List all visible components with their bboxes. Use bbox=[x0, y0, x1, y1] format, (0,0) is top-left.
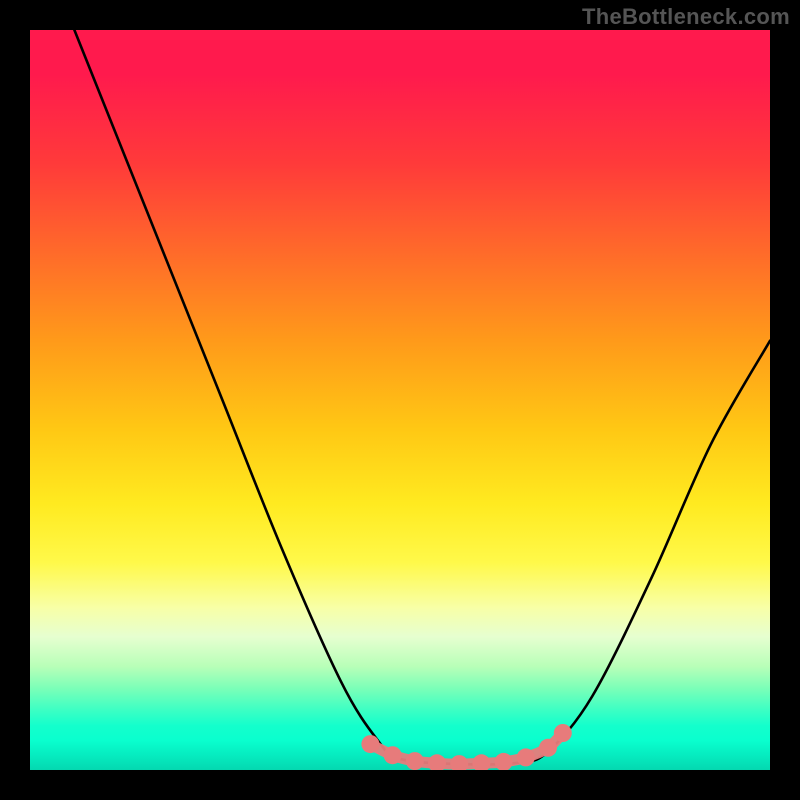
marker-dot bbox=[450, 755, 468, 770]
marker-dot bbox=[517, 748, 535, 766]
flat-region-markers bbox=[361, 724, 571, 770]
marker-dot bbox=[406, 752, 424, 770]
bottleneck-curve bbox=[74, 30, 770, 764]
marker-dot bbox=[472, 754, 490, 770]
curve-layer bbox=[30, 30, 770, 770]
marker-dot bbox=[428, 754, 446, 770]
marker-dot bbox=[384, 746, 402, 764]
watermark-label: TheBottleneck.com bbox=[582, 4, 790, 30]
marker-dot bbox=[554, 724, 572, 742]
plot-area bbox=[30, 30, 770, 770]
marker-dot bbox=[361, 735, 379, 753]
marker-dot bbox=[539, 739, 557, 757]
chart-frame: TheBottleneck.com bbox=[0, 0, 800, 800]
bottleneck-curve-path bbox=[74, 30, 770, 764]
